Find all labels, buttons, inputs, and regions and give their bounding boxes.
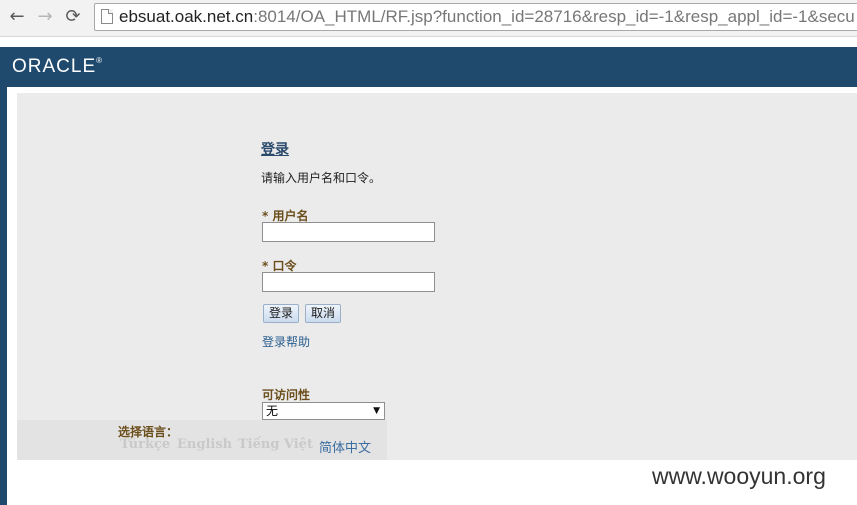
- language-vietnamese[interactable]: Tiếng Việt: [238, 437, 313, 452]
- login-instruction: 请输入用户名和口令。: [261, 171, 382, 185]
- accessibility-label: 可访问性: [262, 388, 311, 402]
- required-marker: *: [262, 209, 269, 223]
- page-icon: [101, 9, 113, 24]
- oracle-logo-text: ORACLE: [12, 56, 97, 77]
- language-turkish[interactable]: Türkçe: [120, 437, 170, 452]
- watermark: www.wooyun.org: [652, 463, 826, 489]
- left-strip: [0, 87, 7, 505]
- reload-button[interactable]: ⟳: [62, 6, 84, 28]
- login-button[interactable]: 登录: [263, 304, 300, 323]
- accessibility-selected-value: 无: [266, 404, 279, 418]
- language-english[interactable]: English: [177, 437, 232, 452]
- page-title: 登录: [261, 142, 289, 158]
- username-label-text: 用户名: [272, 209, 309, 223]
- url-text: ebsuat.oak.net.cn:8014/OA_HTML/RF.jsp?fu…: [119, 7, 855, 27]
- back-button[interactable]: ←: [6, 6, 28, 28]
- address-bar[interactable]: ebsuat.oak.net.cn:8014/OA_HTML/RF.jsp?fu…: [94, 3, 857, 31]
- dropdown-arrow-icon: ▼: [373, 406, 380, 416]
- browser-toolbar: ← → ⟳ ebsuat.oak.net.cn:8014/OA_HTML/RF.…: [0, 0, 857, 37]
- url-path: :8014/OA_HTML/RF.jsp?function_id=28716&r…: [253, 7, 855, 26]
- login-help-link[interactable]: 登录帮助: [262, 333, 310, 350]
- oracle-banner: ORACLE®: [0, 47, 857, 87]
- password-label-text: 口令: [272, 259, 297, 273]
- registered-mark: ®: [96, 56, 103, 65]
- cancel-button[interactable]: 取消: [305, 304, 342, 323]
- accessibility-select[interactable]: 无 ▼: [262, 402, 385, 420]
- required-marker: *: [262, 259, 269, 273]
- url-host: ebsuat.oak.net.cn: [119, 7, 254, 26]
- forward-button[interactable]: →: [34, 6, 56, 28]
- language-simplified-chinese[interactable]: 简体中文: [319, 437, 371, 456]
- left-gutter: [7, 87, 17, 505]
- oracle-logo: ORACLE®: [12, 56, 102, 78]
- username-input[interactable]: [262, 222, 435, 242]
- content-area: [17, 93, 857, 460]
- password-input[interactable]: [262, 272, 435, 292]
